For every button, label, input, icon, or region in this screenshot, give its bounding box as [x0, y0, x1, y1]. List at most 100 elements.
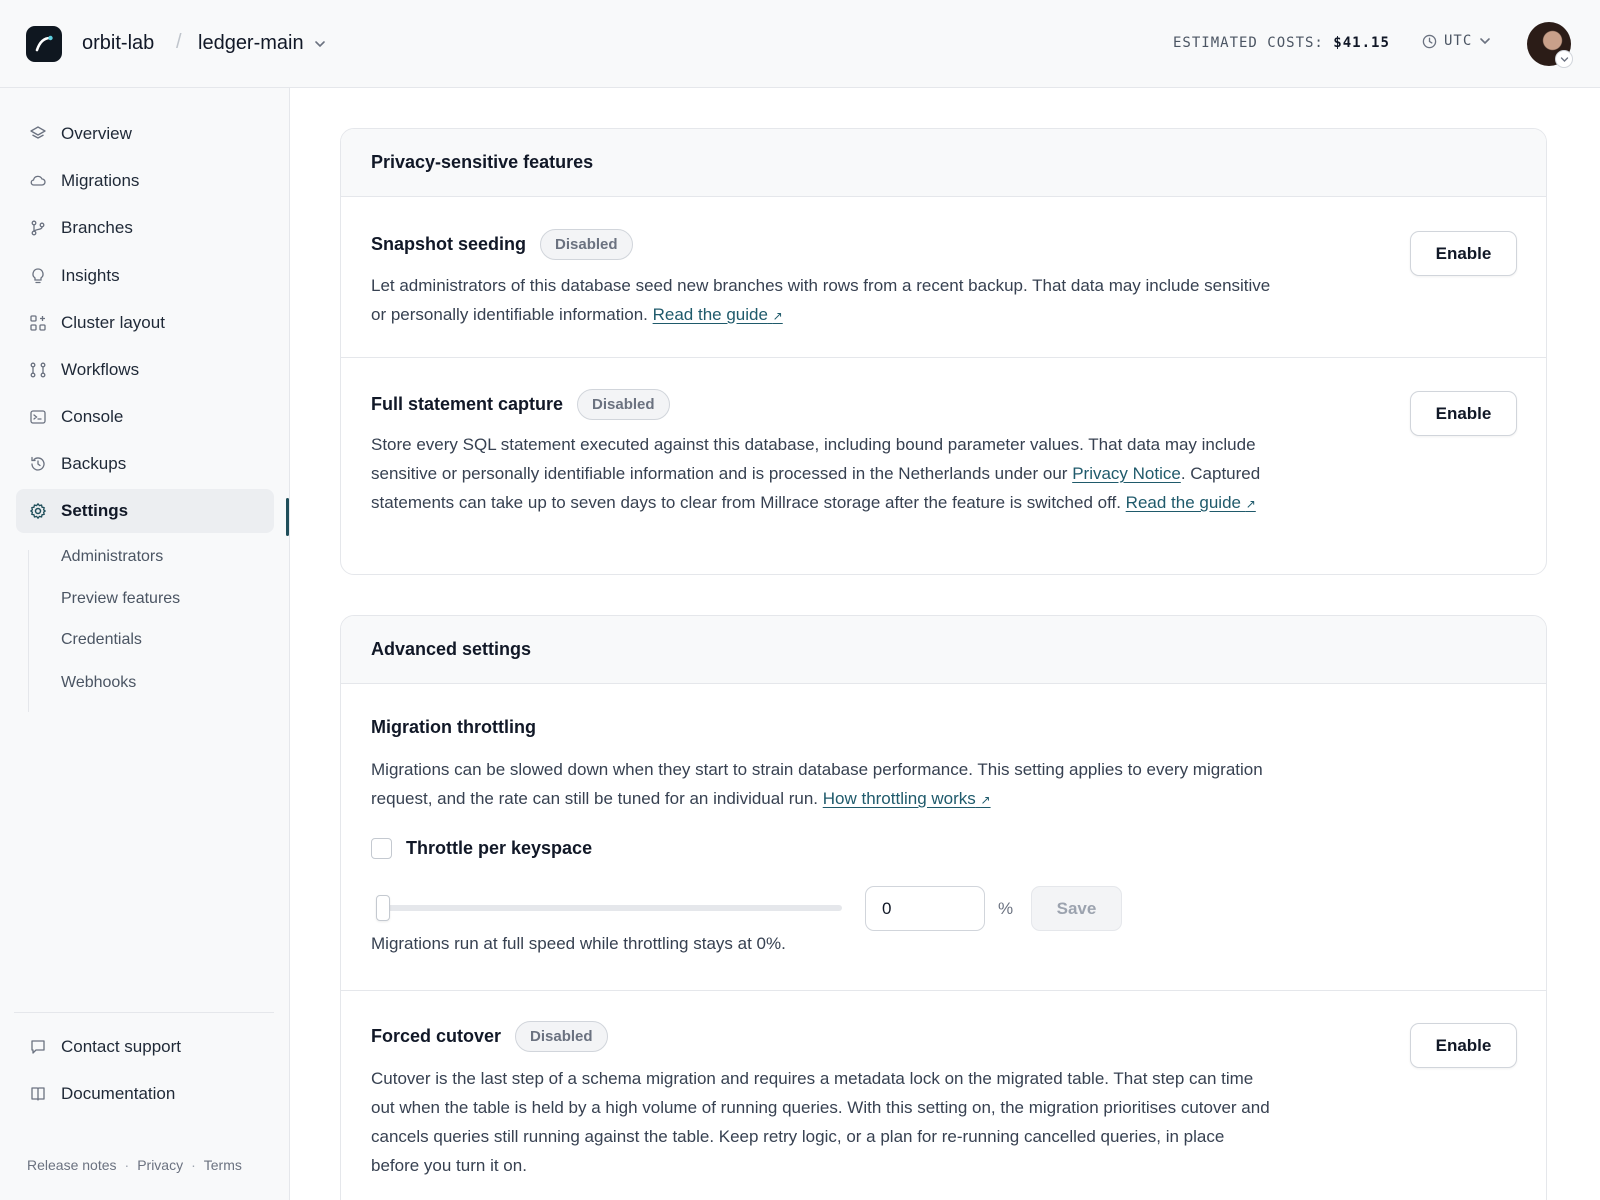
sidebar-item-label: Overview [61, 124, 132, 143]
feature-title: Full statement capture [371, 394, 564, 414]
how-throttling-works-link[interactable]: How throttling works ↗ [823, 789, 991, 808]
throttle-per-keyspace-checkbox[interactable] [371, 838, 392, 859]
feature-description: Cutover is the last step of a schema mig… [371, 1069, 1270, 1175]
sidebar-item-console[interactable]: Console [16, 395, 274, 439]
description-text: Migrations can be slowed down when they … [371, 760, 1263, 808]
sidebar-footer-links: Release notes · Privacy · Terms [27, 1157, 242, 1173]
footer-separator: · [191, 1157, 196, 1173]
top-bar: orbit-lab / ledger-main ESTIMATED COSTS:… [0, 0, 1600, 88]
link-text: How throttling works [822, 789, 976, 808]
external-link-icon: ↗ [1245, 497, 1256, 511]
row-divider [341, 357, 1546, 358]
feature-title: Forced cutover [371, 1026, 502, 1046]
enable-snapshot-seeding-button[interactable]: Enable [1410, 231, 1517, 276]
checkbox-label: Throttle per keyspace [406, 838, 593, 858]
feature-description: Migrations can be slowed down when they … [371, 755, 1276, 815]
sidebar-item-migrations[interactable]: Migrations [16, 159, 274, 203]
breadcrumb-separator: / [176, 31, 182, 53]
section-title: Advanced settings [371, 639, 532, 659]
cloud-icon [30, 175, 46, 186]
chat-icon [31, 1040, 45, 1054]
feature-title: Snapshot seeding [371, 234, 527, 254]
sidebar-item-label: Migrations [61, 171, 140, 190]
statement-capture-header: Full statement capture Disabled [371, 389, 670, 420]
lightbulb-icon [32, 268, 44, 284]
snapshot-seeding-header: Snapshot seeding Disabled [371, 229, 633, 260]
subnav-item-webhooks[interactable]: Webhooks [61, 674, 136, 692]
link-text: Read the guide [1125, 493, 1241, 512]
status-badge: Disabled [515, 1021, 608, 1052]
sidebar-item-label: Settings [61, 501, 129, 520]
feature-description: Store every SQL statement executed again… [371, 430, 1276, 519]
git-branch-icon [31, 220, 45, 236]
sidebar-item-branches[interactable]: Branches [16, 206, 274, 250]
chevron-down-icon [314, 40, 325, 47]
privacy-link[interactable]: Privacy [137, 1157, 183, 1173]
subnav-item-preview-features[interactable]: Preview features [61, 590, 180, 608]
subnav-item-administrators[interactable]: Administrators [61, 548, 163, 566]
external-link-icon: ↗ [772, 309, 783, 323]
grid-plus-icon [30, 315, 46, 331]
sidebar-item-settings[interactable]: Settings [16, 489, 274, 533]
forced-cutover-header: Forced cutover Disabled [371, 1021, 608, 1052]
migration-throttling-header: Migration throttling [371, 717, 536, 738]
sidebar-item-workflows[interactable]: Workflows [16, 348, 274, 392]
enable-forced-cutover-button[interactable]: Enable [1410, 1023, 1517, 1068]
timezone-selector[interactable]: UTC [1422, 33, 1491, 49]
description-text: Let administrators of this database seed… [371, 276, 1271, 324]
history-icon [31, 456, 45, 471]
avatar-menu-badge [1555, 50, 1573, 68]
costs-label: ESTIMATED COSTS: [1173, 35, 1324, 51]
subnav-item-credentials[interactable]: Credentials [61, 631, 142, 649]
external-link-icon: ↗ [980, 793, 991, 807]
sidebar-item-label: Documentation [61, 1084, 176, 1103]
throttle-percent-input[interactable] [865, 886, 985, 931]
throttle-slider-track[interactable] [376, 905, 842, 911]
throttle-hint: Migrations run at full speed while throt… [371, 934, 786, 953]
layers-icon [30, 126, 46, 139]
sidebar: Overview Migrations Branches Insights Cl… [0, 88, 290, 1200]
release-notes-link[interactable]: Release notes [27, 1157, 117, 1173]
advanced-settings-card: Advanced settings Migration throttling M… [340, 615, 1547, 1200]
sidebar-item-cluster-layout[interactable]: Cluster layout [16, 301, 274, 345]
org-name[interactable]: orbit-lab [82, 32, 154, 55]
section-title: Privacy-sensitive features [371, 152, 594, 172]
throttle-slider-handle[interactable] [376, 895, 390, 921]
feature-title: Migration throttling [371, 717, 536, 737]
sidebar-item-insights[interactable]: Insights [16, 254, 274, 298]
app-logo[interactable] [26, 26, 62, 62]
database-switcher[interactable]: ledger-main [198, 32, 326, 55]
workflow-icon [30, 362, 46, 378]
sidebar-item-label: Branches [61, 218, 133, 237]
sidebar-item-contact-support[interactable]: Contact support [16, 1025, 274, 1069]
enable-statement-capture-button[interactable]: Enable [1410, 391, 1517, 436]
estimated-costs: ESTIMATED COSTS: $41.15 [1173, 35, 1390, 51]
read-the-guide-link[interactable]: Read the guide ↗ [653, 305, 783, 324]
book-icon [31, 1087, 45, 1101]
feature-description: Let administrators of this database seed… [371, 271, 1276, 331]
gear-icon [30, 503, 46, 519]
terms-link[interactable]: Terms [204, 1157, 242, 1173]
subnav-guide-line [28, 550, 29, 712]
sidebar-item-backups[interactable]: Backups [16, 442, 274, 486]
read-the-guide-link[interactable]: Read the guide ↗ [1126, 493, 1256, 512]
save-throttle-button[interactable]: Save [1031, 886, 1122, 931]
chevron-down-icon [1560, 56, 1568, 62]
link-text: Read the guide [652, 305, 768, 324]
active-nav-indicator [286, 498, 289, 536]
throttle-per-keyspace-option[interactable]: Throttle per keyspace [371, 838, 592, 859]
privacy-notice-link[interactable]: Privacy Notice [1072, 464, 1181, 483]
logo-icon [35, 35, 53, 52]
sidebar-item-label: Console [61, 407, 124, 426]
footer-separator: · [124, 1157, 130, 1173]
chevron-down-icon [1480, 38, 1491, 45]
sidebar-divider [14, 1012, 274, 1013]
percent-unit: % [998, 899, 1014, 918]
card-header: Advanced settings [341, 616, 1546, 684]
status-badge: Disabled [577, 389, 670, 420]
sidebar-item-documentation[interactable]: Documentation [16, 1072, 274, 1116]
user-avatar[interactable] [1527, 22, 1573, 68]
sidebar-item-label: Backups [61, 454, 127, 473]
sidebar-item-overview[interactable]: Overview [16, 112, 274, 156]
sidebar-item-label: Cluster layout [61, 313, 165, 332]
